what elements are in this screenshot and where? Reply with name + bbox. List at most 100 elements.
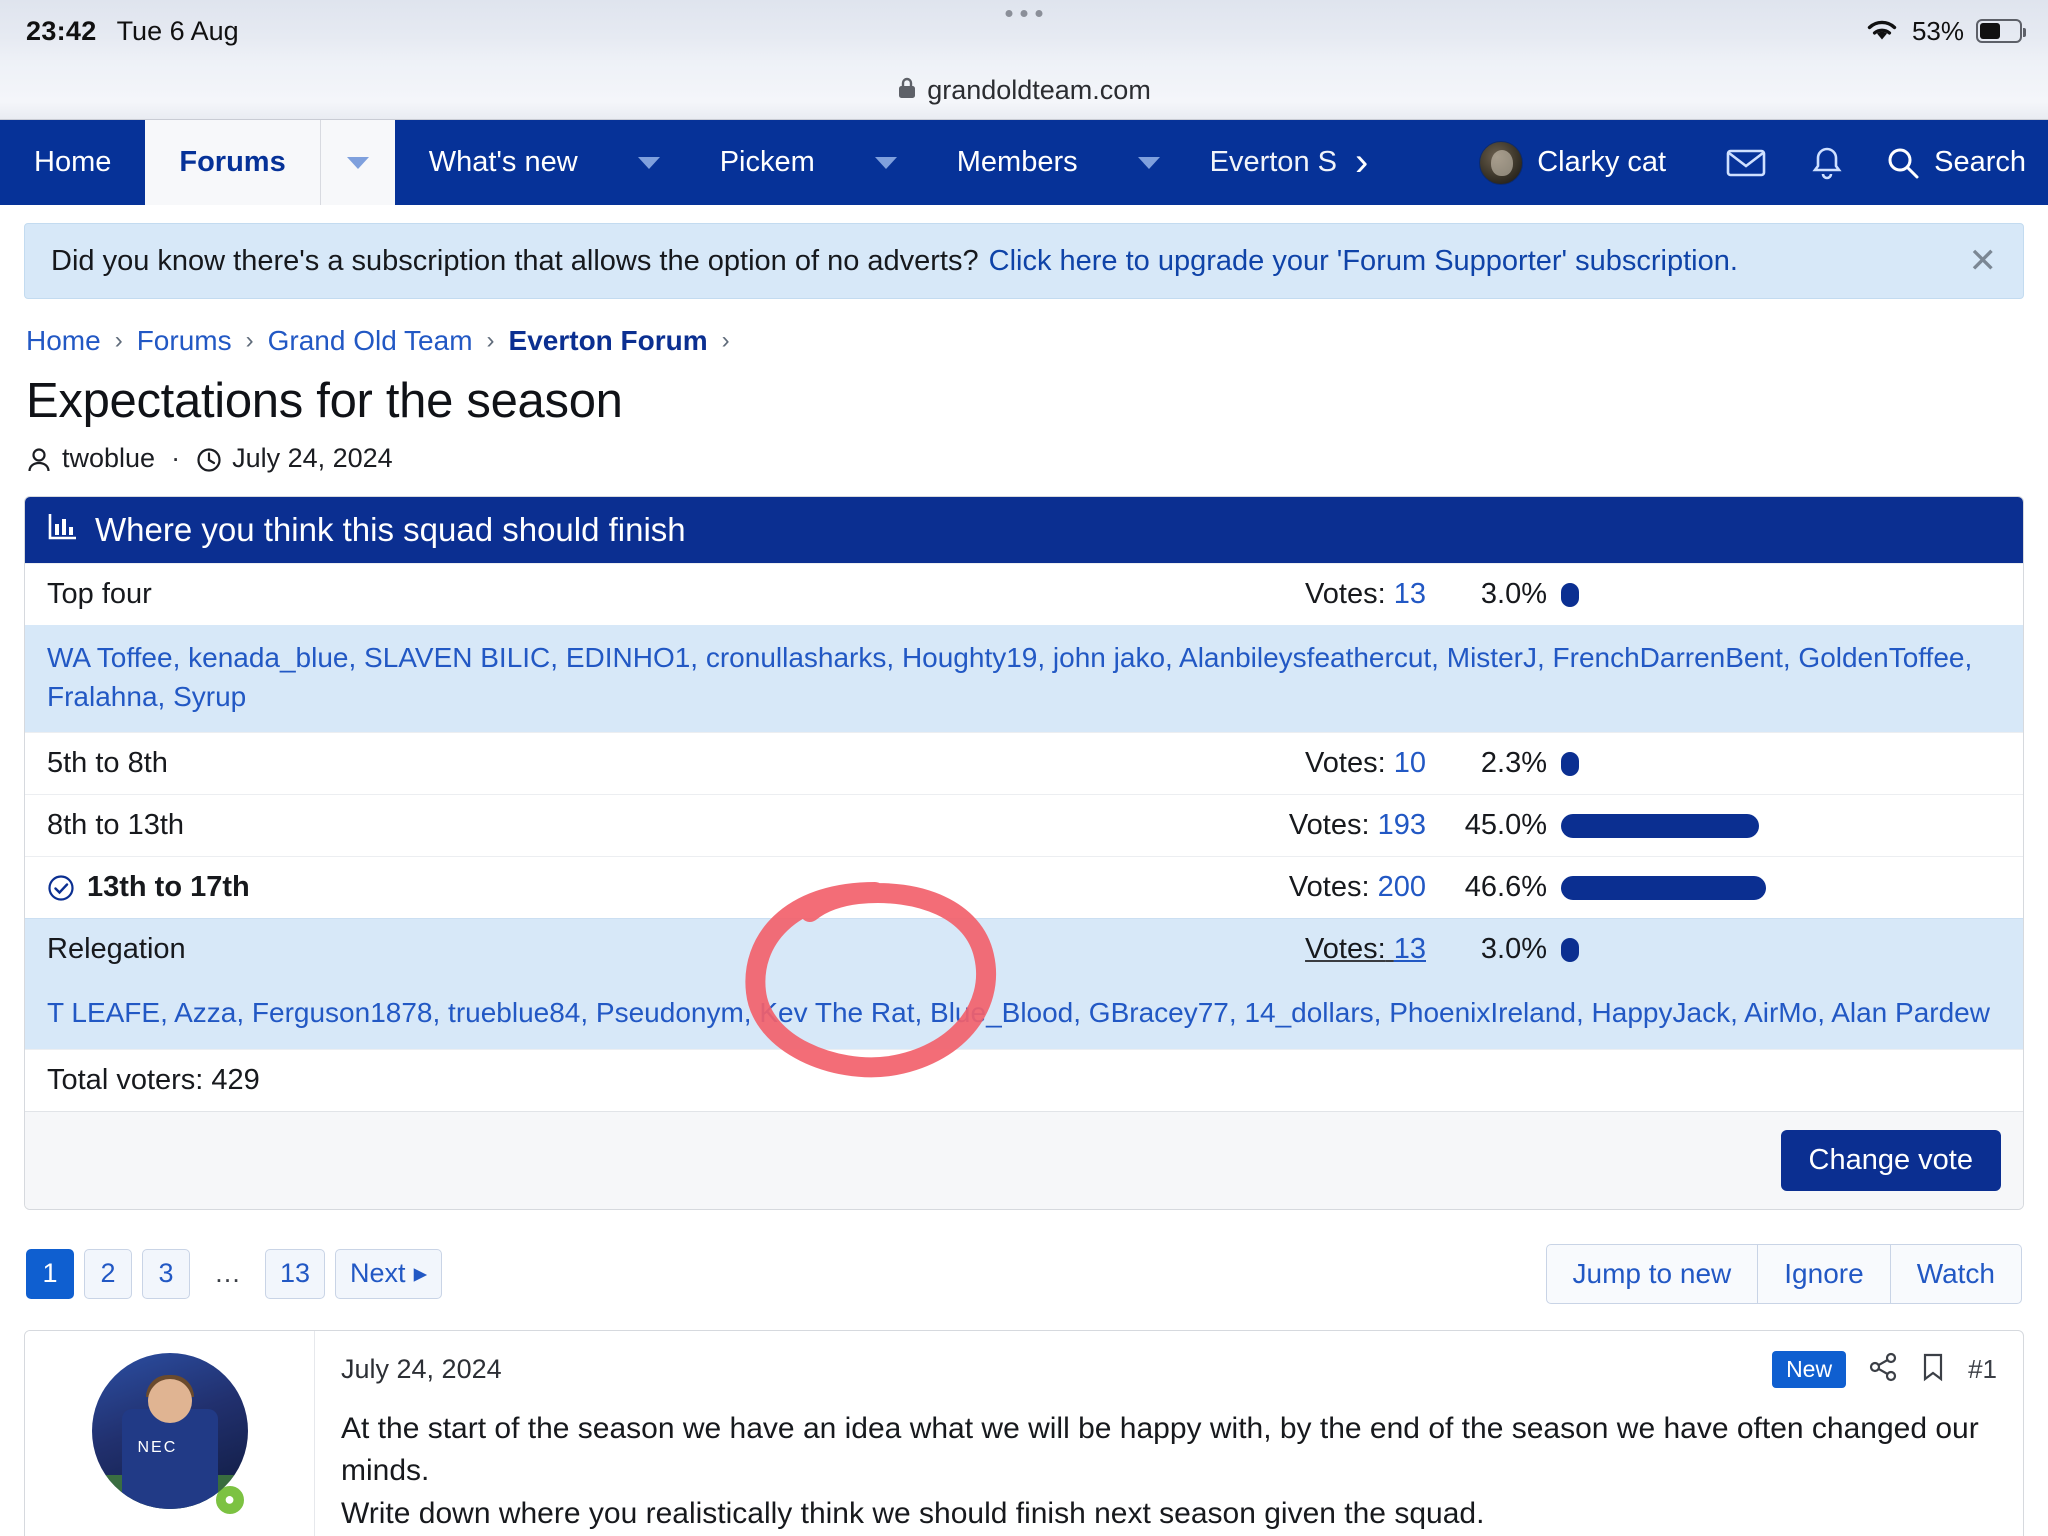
poll-option-votes: Votes: 13 bbox=[1305, 933, 1426, 966]
thread-actions: Jump to new Ignore Watch bbox=[1545, 1243, 2022, 1304]
poll-title: Where you think this squad should finish bbox=[95, 511, 686, 548]
page-button-1[interactable]: 1 bbox=[26, 1248, 74, 1299]
subscription-notice: Did you know there's a subscription that… bbox=[24, 223, 2024, 299]
poll-option-bar-track bbox=[1561, 813, 2001, 838]
poll-option-bar bbox=[1561, 751, 1579, 776]
page-ellipsis: … bbox=[214, 1258, 241, 1289]
poll-option-percent: 2.3% bbox=[1480, 747, 1547, 780]
close-icon[interactable]: ✕ bbox=[1969, 244, 1998, 278]
breadcrumb-item-home[interactable]: Home bbox=[26, 325, 101, 357]
post-container: NEC ● July 24, 2024 New #1 bbox=[24, 1329, 2024, 1536]
status-badge: New bbox=[1772, 1350, 1847, 1388]
chevron-right-icon: › bbox=[721, 327, 730, 354]
jump-to-new-button[interactable]: Jump to new bbox=[1545, 1243, 1759, 1304]
poll-option-votes: Votes: 193 bbox=[1288, 809, 1426, 842]
thread-meta: twoblue · July 24, 2024 bbox=[24, 433, 2024, 474]
page-title: Expectations for the season bbox=[26, 374, 623, 428]
breadcrumb-item-forums[interactable]: Forums bbox=[137, 325, 232, 357]
post-text: At the start of the season we have an id… bbox=[341, 1388, 1997, 1536]
poll-total-voters: Total voters: 429 bbox=[25, 1048, 2023, 1111]
chevron-right-icon: ▸ bbox=[413, 1258, 428, 1289]
thread-date: July 24, 2024 bbox=[232, 443, 393, 473]
poll-option-bar-track bbox=[1561, 875, 2001, 900]
account-username[interactable]: Clarky cat bbox=[1537, 146, 1666, 179]
poll-option-row[interactable]: 5th to 8th Votes: 10 2.3% bbox=[25, 732, 2023, 794]
thread-author[interactable]: twoblue bbox=[62, 443, 155, 474]
user-icon bbox=[26, 443, 52, 474]
avatar-kit-text: NEC bbox=[137, 1438, 178, 1456]
pagination-next-button[interactable]: Next ▸ bbox=[335, 1248, 443, 1299]
poll-chart-icon bbox=[47, 511, 79, 549]
poll-option-bar-track bbox=[1561, 582, 2001, 607]
poll-header: Where you think this squad should finish bbox=[25, 497, 2023, 563]
bell-icon[interactable] bbox=[1788, 145, 1866, 181]
ios-status-bar: 23:42 Tue 6 Aug 53% bbox=[0, 0, 2048, 62]
avatar[interactable]: NEC bbox=[91, 1352, 248, 1509]
poll-option-bar bbox=[1561, 582, 1579, 607]
check-circle-icon bbox=[47, 874, 75, 902]
nav-item-whats-new[interactable]: What's new bbox=[395, 120, 612, 205]
status-date: Tue 6 Aug bbox=[116, 15, 239, 46]
nav-item-members[interactable]: Members bbox=[923, 120, 1112, 205]
site-navigation-bar: Home Forums What's new Pickem Members Ev… bbox=[0, 120, 2048, 205]
nav-item-home[interactable]: Home bbox=[0, 120, 145, 205]
nav-pickem-dropdown-toggle[interactable] bbox=[849, 120, 923, 205]
poll-option-label: Top four bbox=[47, 578, 152, 610]
envelope-icon[interactable] bbox=[1704, 147, 1788, 179]
browser-url-bar[interactable]: grandoldteam.com bbox=[0, 62, 2048, 120]
poll-option-row-selected[interactable]: 13th to 17th Votes: 200 46.6% bbox=[25, 856, 2023, 918]
breadcrumb-item-everton-forum[interactable]: Everton Forum bbox=[509, 325, 708, 357]
pagination-row: 1 2 3 … 13 Next ▸ Jump to new Ignore Watc… bbox=[24, 1210, 2024, 1304]
chevron-right-icon: › bbox=[486, 327, 495, 354]
poll-option-percent: 46.6% bbox=[1464, 871, 1547, 904]
multitask-dots-icon[interactable] bbox=[1005, 10, 1043, 17]
nav-item-everton-overflow[interactable]: Everton S bbox=[1186, 120, 1337, 205]
poll-option-percent: 45.0% bbox=[1464, 809, 1547, 842]
poll-option-label: 13th to 17th bbox=[87, 871, 250, 904]
status-time: 23:42 bbox=[26, 15, 97, 46]
change-vote-button[interactable]: Change vote bbox=[1780, 1129, 2001, 1191]
chevron-right-icon: › bbox=[114, 327, 123, 354]
poll-option-votes: Votes: 10 bbox=[1305, 747, 1426, 780]
post-author-column: NEC ● bbox=[25, 1330, 315, 1536]
page-button-13[interactable]: 13 bbox=[265, 1248, 326, 1299]
poll-option-bar bbox=[1561, 875, 1767, 900]
nav-members-dropdown-toggle[interactable] bbox=[1112, 120, 1186, 205]
post-body-column: July 24, 2024 New #1 At the start of the… bbox=[315, 1331, 2023, 1536]
page-button-3[interactable]: 3 bbox=[142, 1248, 190, 1299]
chevron-down-icon bbox=[346, 156, 369, 169]
notice-text: Did you know there's a subscription that… bbox=[51, 244, 979, 277]
breadcrumb-item-grand-old-team[interactable]: Grand Old Team bbox=[268, 325, 473, 357]
search-button[interactable]: Search bbox=[1866, 146, 2026, 180]
post-number[interactable]: #1 bbox=[1968, 1354, 1997, 1385]
notice-upgrade-link[interactable]: Click here to upgrade your 'Forum Suppor… bbox=[989, 245, 1738, 278]
share-icon[interactable] bbox=[1868, 1352, 1898, 1387]
avatar[interactable] bbox=[1479, 140, 1524, 185]
poll-option-label: 5th to 8th bbox=[47, 747, 168, 780]
meta-separator: · bbox=[171, 443, 181, 473]
poll-option-label: Relegation bbox=[47, 933, 186, 966]
nav-forums-dropdown-toggle[interactable] bbox=[319, 120, 395, 205]
poll-option-voters[interactable]: WA Toffee, kenada_blue, SLAVEN BILIC, ED… bbox=[25, 625, 2023, 733]
poll-option-row[interactable]: Top four Votes: 13 3.0% bbox=[25, 563, 2023, 625]
chevron-right-icon[interactable]: › bbox=[1337, 120, 1386, 205]
url-text: grandoldteam.com bbox=[927, 75, 1151, 105]
bookmark-icon[interactable] bbox=[1920, 1352, 1946, 1387]
poll-container: Where you think this squad should finish… bbox=[24, 496, 2024, 1210]
nav-whats-new-dropdown-toggle[interactable] bbox=[612, 120, 686, 205]
poll-option-row[interactable]: Relegation Votes: 13 3.0% bbox=[25, 918, 2023, 981]
nav-item-forums[interactable]: Forums bbox=[145, 120, 320, 205]
poll-option-row[interactable]: 8th to 13th Votes: 193 45.0% bbox=[25, 794, 2023, 856]
chevron-down-icon bbox=[637, 156, 660, 169]
nav-item-pickem[interactable]: Pickem bbox=[686, 120, 849, 205]
ignore-button[interactable]: Ignore bbox=[1758, 1243, 1891, 1304]
poll-option-voters[interactable]: T LEAFE, Azza, Ferguson1878, trueblue84,… bbox=[25, 980, 2023, 1049]
chevron-down-icon bbox=[874, 156, 897, 169]
post-line: At the start of the season we have an id… bbox=[341, 1411, 1979, 1488]
watch-button[interactable]: Watch bbox=[1890, 1243, 2022, 1304]
page-button-2[interactable]: 2 bbox=[84, 1248, 132, 1299]
poll-option-votes: Votes: 200 bbox=[1288, 871, 1426, 904]
poll-option-percent: 3.0% bbox=[1480, 578, 1547, 610]
poll-option-bar bbox=[1561, 937, 1579, 962]
post-header: July 24, 2024 New #1 bbox=[341, 1350, 1997, 1388]
